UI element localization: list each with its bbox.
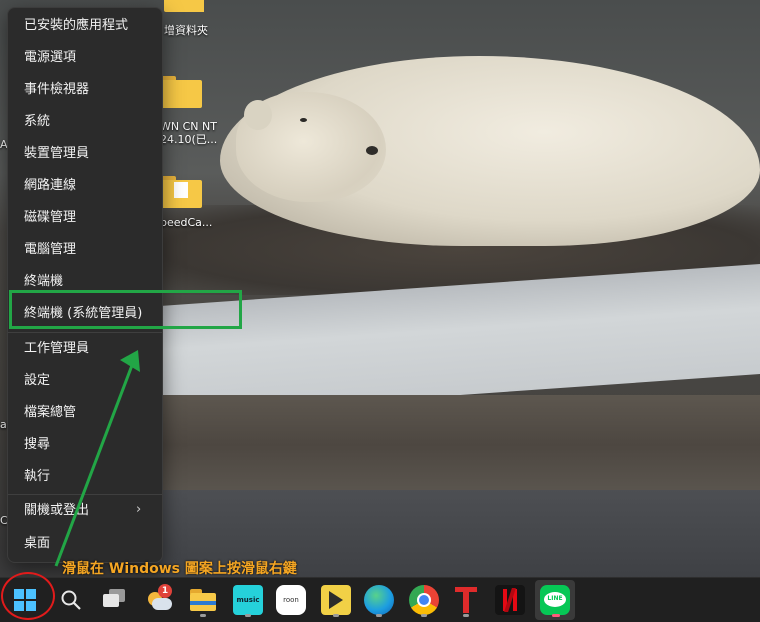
menu-item-run[interactable]: 執行 xyxy=(24,468,50,486)
desktop-icon-label: WN CN NT xyxy=(160,120,217,133)
roon-icon[interactable]: roon xyxy=(276,585,306,615)
desktop-folder-3[interactable]: peedCa... xyxy=(160,176,220,229)
desktop-folder-2[interactable]: WN CN NT 24.10(已... xyxy=(160,76,220,146)
menu-item-file-explorer[interactable]: 檔案總管 xyxy=(24,404,76,422)
menu-item-network-connections[interactable]: 網路連線 xyxy=(24,177,76,195)
running-indicator xyxy=(200,614,206,617)
line-label: LINE xyxy=(547,595,563,602)
chevron-right-icon: › xyxy=(136,502,142,517)
folder-icon xyxy=(164,0,204,12)
notification-badge: 1 xyxy=(158,584,172,598)
running-indicator xyxy=(245,614,251,617)
edge-icon[interactable] xyxy=(364,585,394,615)
menu-item-power-options[interactable]: 電源選項 xyxy=(24,49,76,67)
menu-separator xyxy=(8,494,162,495)
running-indicator xyxy=(552,614,560,617)
annotation-instruction: 滑鼠在 Windows 圖案上按滑鼠右鍵 xyxy=(62,561,297,577)
desktop-icon-label: 24.10(已... xyxy=(160,133,218,146)
wallpaper-bear-eye xyxy=(300,118,307,122)
menu-item-disk-management[interactable]: 磁碟管理 xyxy=(24,209,76,227)
folder-with-file-icon xyxy=(160,176,202,208)
running-indicator xyxy=(333,614,339,617)
amazon-music-label: music xyxy=(236,596,260,604)
chrome-icon[interactable] xyxy=(409,585,439,615)
desktop-icon-label: peedCa... xyxy=(160,216,213,229)
start-highlight-circle xyxy=(1,572,55,620)
line-icon[interactable]: LINE xyxy=(540,585,570,615)
wallpaper-shore xyxy=(160,395,760,495)
menu-item-device-manager[interactable]: 裝置管理員 xyxy=(24,145,89,163)
roon-label: roon xyxy=(283,596,299,604)
menu-item-terminal[interactable]: 終端機 xyxy=(24,273,63,291)
wallpaper-bear-nose xyxy=(366,146,378,155)
menu-item-desktop[interactable]: 桌面 xyxy=(24,535,50,553)
menu-item-task-manager[interactable]: 工作管理員 xyxy=(24,340,89,358)
menu-item-computer-management[interactable]: 電腦管理 xyxy=(24,241,76,259)
quick-link-menu: 已安裝的應用程式 電源選項 事件檢視器 系統 裝置管理員 網路連線 磁碟管理 電… xyxy=(7,7,163,563)
menu-item-system[interactable]: 系統 xyxy=(24,113,50,131)
running-indicator xyxy=(463,614,469,617)
folder-icon xyxy=(160,76,202,108)
menu-separator xyxy=(8,332,162,333)
netflix-icon[interactable] xyxy=(495,585,525,615)
potplayer-icon[interactable] xyxy=(321,585,351,615)
search-icon[interactable] xyxy=(60,589,82,611)
menu-item-shutdown-signout[interactable]: 關機或登出 xyxy=(24,502,89,520)
typora-icon[interactable] xyxy=(451,585,481,615)
desktop-icon-label: 增資料夾 xyxy=(164,24,208,37)
task-view-icon[interactable] xyxy=(103,589,127,609)
desktop-folder-1[interactable]: 增資料夾 xyxy=(160,0,220,37)
menu-item-installed-apps[interactable]: 已安裝的應用程式 xyxy=(24,17,128,35)
menu-item-search[interactable]: 搜尋 xyxy=(24,436,50,454)
file-explorer-icon[interactable] xyxy=(190,589,216,611)
highlight-box xyxy=(9,290,242,329)
taskbar: 1 music roon LINE xyxy=(0,577,760,622)
menu-item-event-viewer[interactable]: 事件檢視器 xyxy=(24,81,89,99)
amazon-music-icon[interactable]: music xyxy=(233,585,263,615)
wallpaper-bear-ear xyxy=(244,100,272,130)
running-indicator xyxy=(421,614,427,617)
menu-item-settings[interactable]: 設定 xyxy=(24,372,50,390)
running-indicator xyxy=(376,614,382,617)
